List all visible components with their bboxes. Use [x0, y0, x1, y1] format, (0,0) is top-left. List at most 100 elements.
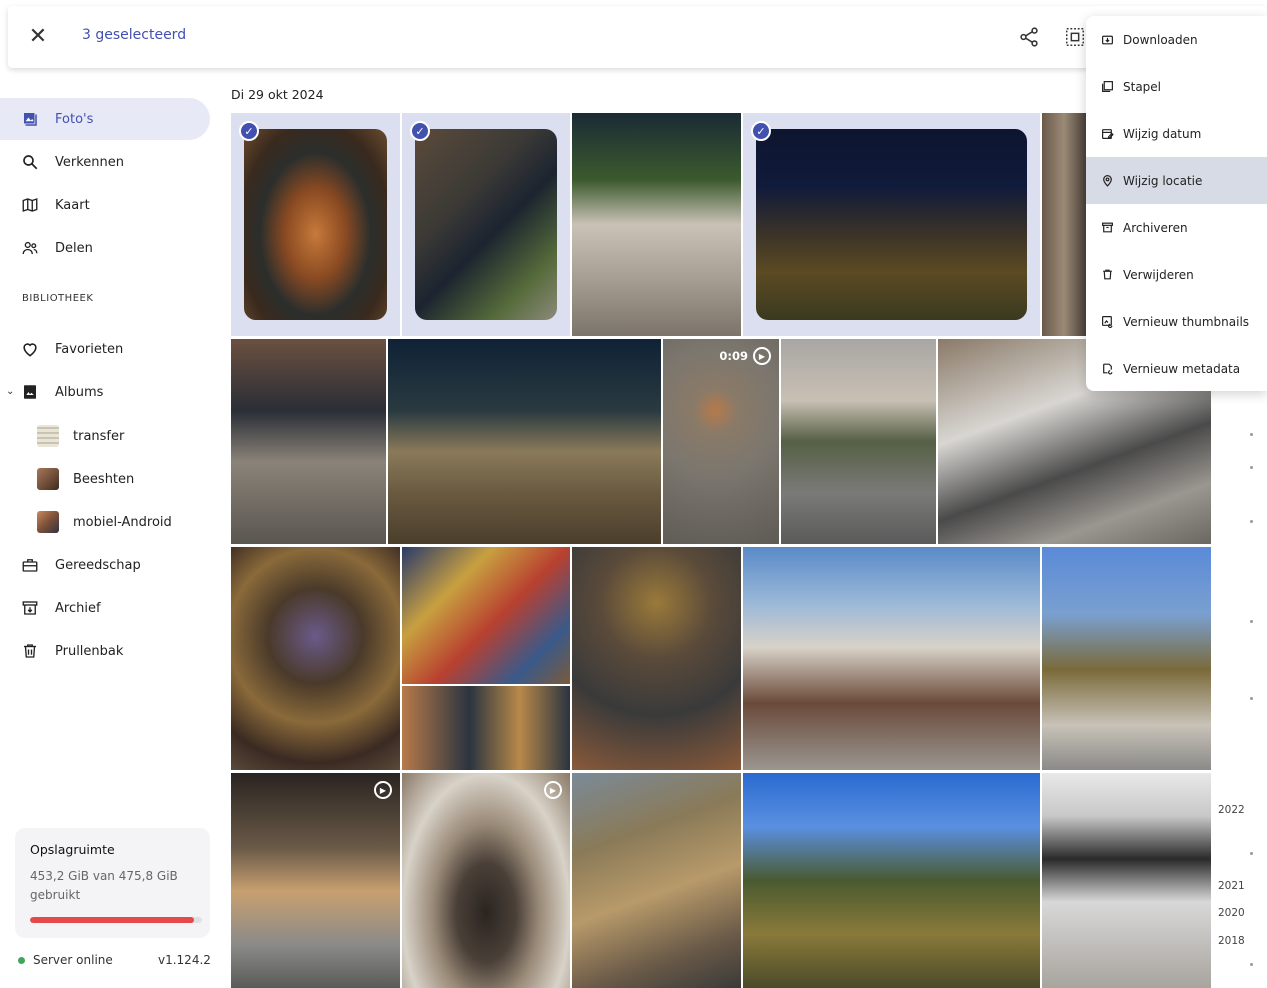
photo-tile[interactable]: ✓ — [231, 113, 400, 336]
server-status: Server online — [18, 953, 113, 967]
toolbox-icon — [20, 555, 40, 575]
timeline-marker[interactable] — [1250, 963, 1253, 966]
photo-tile[interactable] — [231, 547, 400, 770]
menu-item-archive[interactable]: Archiveren — [1086, 204, 1267, 251]
photo-thumbnail — [572, 547, 741, 770]
photo-tile[interactable]: ✓ — [743, 113, 1040, 336]
photo-tile[interactable] — [572, 113, 741, 336]
timeline-marker[interactable] — [1250, 697, 1253, 700]
share-icon[interactable] — [1018, 26, 1040, 48]
photo-tile[interactable] — [781, 339, 936, 544]
status-dot — [18, 956, 25, 964]
timeline-marker[interactable] — [1250, 852, 1253, 855]
check-icon[interactable]: ✓ — [751, 121, 771, 141]
photo-tile[interactable] — [231, 339, 386, 544]
sidebar-item-trash[interactable]: Prullenbak — [0, 630, 210, 672]
date-group-header: Di 29 okt 2024 — [231, 87, 324, 102]
sidebar-item-archive[interactable]: Archief — [0, 587, 210, 629]
people-icon — [20, 238, 40, 258]
video-tile[interactable]: ▶ — [231, 773, 400, 988]
photo-tile[interactable] — [743, 773, 1040, 988]
check-icon[interactable]: ✓ — [239, 121, 259, 141]
timeline-year[interactable]: 2018 — [1218, 935, 1245, 947]
album-item-transfer[interactable]: transfer — [0, 416, 210, 456]
close-icon[interactable]: ✕ — [26, 25, 50, 49]
library-section-label: BIBLIOTHEEK — [22, 293, 94, 304]
sidebar-item-favorites[interactable]: Favorieten — [0, 328, 210, 370]
video-tile[interactable]: 0:09 ▶ — [663, 339, 779, 544]
timeline-year[interactable]: 2022 — [1218, 804, 1245, 816]
album-thumbnail — [37, 468, 59, 490]
video-duration: 0:09 — [719, 349, 748, 363]
play-icon: ▶ — [753, 347, 771, 365]
refresh-image-icon — [1100, 315, 1114, 329]
photo-thumbnail — [781, 339, 936, 544]
video-indicator: 0:09 ▶ — [719, 347, 771, 365]
sidebar-item-utilities[interactable]: Gereedschap — [0, 544, 210, 586]
album-icon — [20, 382, 40, 402]
photo-thumbnail — [572, 773, 741, 988]
timeline-year[interactable]: 2021 — [1218, 880, 1245, 892]
photo-thumbnail — [244, 129, 387, 320]
timeline-marker[interactable] — [1250, 466, 1253, 469]
photos-icon — [20, 109, 40, 129]
video-tile[interactable]: ▶ — [402, 773, 570, 988]
menu-item-change-location[interactable]: Wijzig locatie — [1086, 157, 1267, 204]
map-icon — [20, 195, 40, 215]
storage-bar-fill — [30, 917, 194, 923]
sidebar-item-sharing[interactable]: Delen — [0, 227, 210, 269]
menu-item-change-date[interactable]: Wijzig datum — [1086, 110, 1267, 157]
menu-item-label: Verwijderen — [1123, 267, 1194, 282]
selection-toolbar: ✕ 3 geselecteerd — [8, 6, 1267, 68]
timeline-marker[interactable] — [1250, 620, 1253, 623]
selection-count: 3 geselecteerd — [82, 27, 187, 43]
album-item-mobiel-android[interactable]: mobiel-Android — [0, 502, 210, 542]
timeline-marker[interactable] — [1250, 433, 1253, 436]
photo-tile[interactable] — [1042, 773, 1211, 988]
photo-tile[interactable]: ✓ — [402, 113, 570, 336]
sidebar-item-map[interactable]: Kaart — [0, 184, 210, 226]
play-icon: ▶ — [544, 781, 562, 799]
storage-title: Opslagruimte — [30, 842, 115, 857]
timeline-marker[interactable] — [1250, 520, 1253, 523]
photo-tile[interactable] — [743, 547, 1040, 770]
sidebar-item-label: Prullenbak — [55, 643, 124, 659]
calendar-edit-icon — [1100, 127, 1114, 141]
sidebar-item-explore[interactable]: Verkennen — [0, 141, 210, 183]
photo-thumbnail — [572, 113, 741, 336]
trash-icon — [1100, 268, 1114, 282]
photo-tile[interactable] — [572, 773, 741, 988]
select-all-icon[interactable] — [1064, 26, 1086, 48]
photo-tile[interactable] — [572, 547, 741, 770]
video-indicator: ▶ — [369, 781, 392, 799]
sidebar-item-photos[interactable]: Foto's — [0, 98, 210, 140]
photo-tile[interactable] — [1042, 547, 1211, 770]
photo-tile[interactable] — [388, 339, 661, 544]
album-label: Beeshten — [73, 471, 135, 487]
storage-usage-text: 453,2 GiB van 475,8 GiB gebruikt — [30, 869, 178, 902]
timeline-year[interactable]: 2020 — [1218, 907, 1245, 919]
trash-icon — [20, 641, 40, 661]
album-item-beeshten[interactable]: Beeshten — [0, 459, 210, 499]
video-indicator: ▶ — [539, 781, 562, 799]
menu-item-label: Stapel — [1123, 79, 1162, 94]
location-icon — [1100, 174, 1114, 188]
sidebar-item-label: Favorieten — [55, 341, 124, 357]
photo-thumbnail — [402, 547, 570, 684]
menu-item-delete[interactable]: Verwijderen — [1086, 251, 1267, 298]
menu-item-download[interactable]: Downloaden — [1086, 16, 1267, 63]
check-icon[interactable]: ✓ — [410, 121, 430, 141]
photo-tile[interactable] — [402, 686, 570, 770]
sidebar-item-label: Gereedschap — [55, 557, 141, 573]
menu-item-stack[interactable]: Stapel — [1086, 63, 1267, 110]
photo-thumbnail — [402, 773, 570, 988]
photo-thumbnail — [756, 129, 1027, 320]
download-icon — [1100, 33, 1114, 47]
menu-item-refresh-metadata[interactable]: Vernieuw metadata — [1086, 345, 1267, 392]
sidebar-item-albums[interactable]: Albums — [0, 371, 210, 413]
search-icon — [20, 152, 40, 172]
photo-tile[interactable] — [402, 547, 570, 684]
menu-item-refresh-thumbnails[interactable]: Vernieuw thumbnails — [1086, 298, 1267, 345]
photo-tile[interactable] — [1042, 113, 1086, 336]
stack-icon — [1100, 80, 1114, 94]
